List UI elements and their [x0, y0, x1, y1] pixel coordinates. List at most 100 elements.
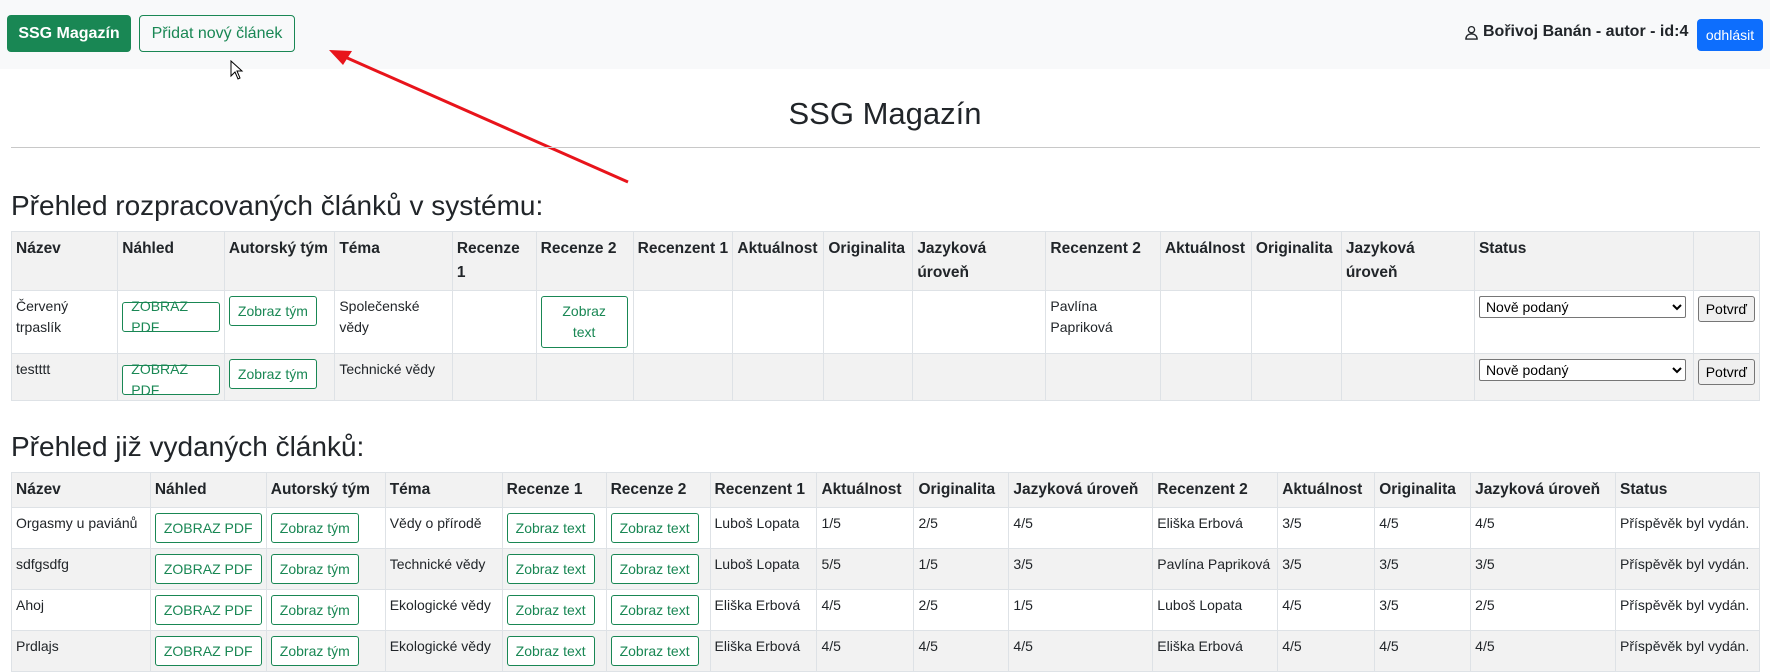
brand-button[interactable]: SSG Magazín — [7, 15, 131, 52]
column-header: Autorský tým — [223, 231, 336, 291]
show-review2-button[interactable]: Zobraz text — [610, 595, 699, 625]
show-pdf-button[interactable]: ZOBRAZ PDF — [122, 361, 220, 398]
column-header: Téma — [384, 472, 503, 508]
relevance-score-1: 5/5 — [816, 548, 915, 590]
show-team-button[interactable]: Zobraz tým — [270, 636, 359, 666]
column-header: Status — [1473, 231, 1694, 291]
article-status: Příspěvěk byl vydán. — [1615, 589, 1760, 631]
column-header: Téma — [334, 231, 453, 291]
article-name: Orgasmy u paviánů — [11, 507, 151, 549]
reviewer2-name: Pavlína Papriková — [1152, 548, 1279, 590]
show-team-button[interactable]: Zobraz tým — [228, 359, 317, 389]
column-header: Recenze 1 — [451, 231, 537, 291]
table-header-row: Název Náhled Autorský tým Téma Recenze 1… — [10, 231, 1761, 291]
show-team-button[interactable]: Zobraz tým — [270, 554, 359, 584]
table-row: Červený trpaslík ZOBRAZ PDF Zobraz tým S… — [10, 290, 1761, 354]
status-select[interactable]: Nově podaný — [1478, 359, 1686, 381]
article-status: Příspěvěk byl vydán. — [1615, 507, 1760, 549]
show-review2-button[interactable]: Zobraz text — [540, 296, 628, 348]
article-topic: Ekologické vědy — [384, 630, 503, 672]
show-team-button[interactable]: Zobraz tým — [270, 595, 359, 625]
column-header: Název — [10, 231, 119, 291]
show-team-button[interactable]: Zobraz tým — [228, 296, 317, 326]
column-header: Aktuálnost — [1159, 231, 1252, 291]
reviewer1-name: Luboš Lopata — [709, 548, 818, 590]
column-header: Recenze 1 — [501, 472, 607, 508]
column-header: Recenzent 2 — [1045, 231, 1161, 291]
originality-score-1: 2/5 — [913, 507, 1010, 549]
originality-score-2: 3/5 — [1374, 589, 1472, 631]
reviewer2-name: Eliška Erbová — [1152, 507, 1279, 549]
pending-heading: Přehled rozpracovaných článků v systému: — [11, 190, 544, 221]
table-row: Orgasmy u paviánů ZOBRAZ PDF Zobraz tým Věd… — [11, 507, 1760, 549]
column-header: Název — [11, 472, 151, 508]
article-topic: Společenské vědy — [334, 290, 453, 354]
originality-score-1: 1/5 — [913, 548, 1010, 590]
language-score-2: 3/5 — [1470, 548, 1617, 590]
relevance-score-1: 4/5 — [816, 589, 915, 631]
show-pdf-button[interactable]: ZOBRAZ PDF — [154, 595, 262, 625]
relevance-score-1: 1/5 — [816, 507, 915, 549]
language-score-2: 4/5 — [1470, 630, 1617, 672]
column-header: Aktuálnost — [732, 231, 825, 291]
mouse-cursor-icon — [230, 60, 244, 80]
column-header: Originalita — [1374, 472, 1472, 508]
column-header: Autorský tým — [265, 472, 386, 508]
divider — [11, 147, 1760, 148]
show-review2-button[interactable]: Zobraz text — [610, 513, 699, 543]
show-review2-button[interactable]: Zobraz text — [610, 554, 699, 584]
column-header: Aktuálnost — [1277, 472, 1376, 508]
table-header-row: Název Náhled Autorský tým Téma Recenze 1… — [11, 472, 1760, 508]
article-topic: Vědy o přírodě — [384, 507, 503, 549]
show-team-button[interactable]: Zobraz tým — [270, 513, 359, 543]
column-header: Status — [1615, 472, 1760, 508]
show-pdf-button[interactable]: ZOBRAZ PDF — [154, 554, 262, 584]
article-topic: Technické vědy — [334, 353, 453, 401]
published-articles-table: Název Náhled Autorský tým Téma Recenze 1… — [11, 472, 1760, 672]
originality-score-2: 4/5 — [1374, 507, 1472, 549]
reviewer2-name: Eliška Erbová — [1152, 630, 1279, 672]
column-header: Aktuálnost — [816, 472, 915, 508]
user-label: Bořivoj Banán - autor - id:4 — [1483, 23, 1689, 40]
language-score-1: 4/5 — [1008, 630, 1154, 672]
table-row: testttt ZOBRAZ PDF Zobraz tým Technické … — [10, 353, 1761, 401]
language-score-1: 1/5 — [1008, 589, 1154, 631]
logout-button[interactable]: odhlásit — [1697, 19, 1763, 51]
show-review1-button[interactable]: Zobraz text — [506, 513, 595, 543]
status-select[interactable]: Nově podaný — [1478, 296, 1686, 318]
published-heading: Přehled již vydaných článků: — [11, 431, 365, 462]
relevance-score-1: 4/5 — [816, 630, 915, 672]
column-header: Náhled — [149, 472, 267, 508]
add-article-button[interactable]: Přidat nový článek — [139, 15, 295, 52]
column-header: Recenze 2 — [605, 472, 711, 508]
show-review2-button[interactable]: Zobraz text — [610, 636, 699, 666]
show-pdf-button[interactable]: ZOBRAZ PDF — [154, 636, 262, 666]
reviewer2-name: Luboš Lopata — [1152, 589, 1279, 631]
page-title: SSG Magazín — [788, 96, 982, 131]
column-header: Jazyková úroveň — [912, 231, 1047, 291]
article-status: Příspěvěk byl vydán. — [1615, 548, 1760, 590]
column-header — [1692, 231, 1761, 291]
user-info: Bořivoj Banán - autor - id:4 — [1464, 23, 1688, 41]
article-name: testttt — [10, 353, 119, 401]
table-row: Ahoj ZOBRAZ PDF Zobraz tým Ekologické vědy Z… — [11, 589, 1760, 631]
column-header: Náhled — [117, 231, 225, 291]
show-pdf-button[interactable]: ZOBRAZ PDF — [154, 513, 262, 543]
column-header: Originalita — [823, 231, 914, 291]
show-review1-button[interactable]: Zobraz text — [506, 636, 595, 666]
show-pdf-button[interactable]: ZOBRAZ PDF — [122, 298, 220, 335]
reviewer1-name: Eliška Erbová — [709, 589, 818, 631]
column-header: Originalita — [913, 472, 1010, 508]
column-header: Recenzent 2 — [1152, 472, 1279, 508]
show-review1-button[interactable]: Zobraz text — [506, 554, 595, 584]
originality-score-2: 3/5 — [1374, 548, 1472, 590]
reviewer1-name: Eliška Erbová — [709, 630, 818, 672]
article-name: sdfgsdfg — [11, 548, 151, 590]
confirm-button[interactable]: Potvrď — [1697, 296, 1755, 322]
show-review1-button[interactable]: Zobraz text — [506, 595, 595, 625]
confirm-button[interactable]: Potvrď — [1697, 359, 1755, 385]
column-header: Recenzent 1 — [709, 472, 818, 508]
originality-score-1: 4/5 — [913, 630, 1010, 672]
relevance-score-2: 3/5 — [1277, 548, 1376, 590]
article-name: Prdlajs — [11, 630, 151, 672]
